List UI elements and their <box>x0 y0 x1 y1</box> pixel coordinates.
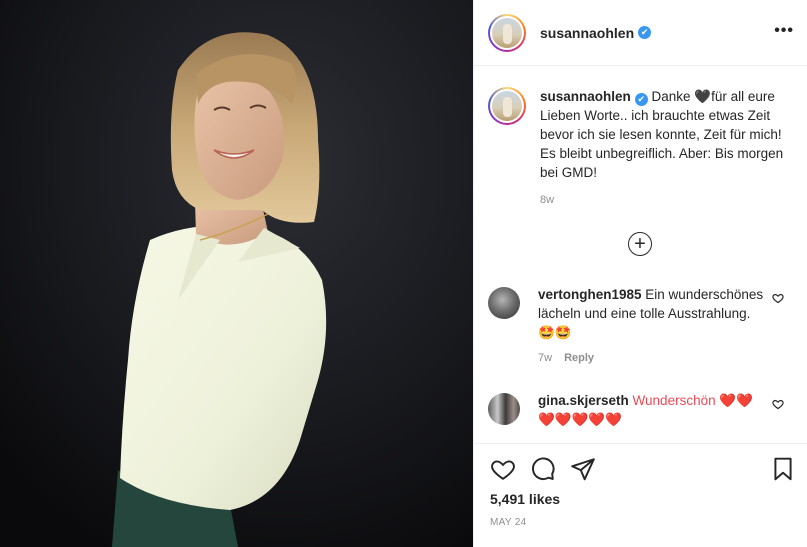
likes-count[interactable]: 5,491 likes <box>490 491 560 507</box>
reply-button[interactable]: Reply <box>564 352 594 364</box>
author-avatar-image <box>492 17 522 48</box>
author-username[interactable]: susannaohlen <box>540 25 634 41</box>
verified-icon: ✔ <box>638 26 652 39</box>
black-heart-emoji: 🖤 <box>694 89 712 104</box>
post-header: susannaohlen ✔ ••• <box>474 0 807 66</box>
comment-like-icon[interactable] <box>772 398 784 413</box>
commenter-avatar[interactable] <box>488 287 520 319</box>
caption-text: susannaohlen ✔ Danke 🖤für all eure Lieben… <box>540 87 792 182</box>
comments-section: susannaohlen ✔ Danke 🖤für all eure Lieben… <box>474 67 807 443</box>
save-icon[interactable] <box>770 456 798 484</box>
comment-meta: 7w Reply <box>538 352 764 364</box>
caption-avatar-image <box>492 91 522 121</box>
post-date[interactable]: MAY 24 <box>490 517 526 528</box>
comment-like-icon-svg <box>772 399 784 410</box>
caption-username[interactable]: susannaohlen <box>540 89 631 104</box>
comment-icon[interactable] <box>530 456 558 484</box>
comment-age[interactable]: 7w <box>538 352 552 364</box>
post-image <box>0 0 473 547</box>
comment-username[interactable]: gina.skjerseth <box>538 393 629 408</box>
caption-avatar[interactable] <box>488 87 526 125</box>
comment-item: vertonghen1985 Ein wunderschönes lächeln… <box>488 285 798 364</box>
author-avatar[interactable] <box>488 13 526 52</box>
comment-text: vertonghen1985 Ein wunderschönes lächeln… <box>538 285 764 342</box>
more-options-icon[interactable]: ••• <box>774 22 794 40</box>
like-icon[interactable] <box>490 456 518 484</box>
comment-like-icon[interactable] <box>772 292 784 307</box>
commenter-avatar[interactable] <box>488 393 520 425</box>
post-actions: 5,491 likes MAY 24 <box>474 443 807 547</box>
verified-icon: ✔ <box>634 93 648 106</box>
add-comment-icon[interactable]: + <box>628 232 652 256</box>
comment-text: gina.skjerseth Wunderschön ❤️❤️❤️❤️❤️❤️❤… <box>538 391 764 429</box>
caption-text-start: Danke <box>647 89 695 104</box>
share-icon[interactable] <box>570 456 598 484</box>
comment-like-icon-svg <box>772 293 784 304</box>
post-side-panel: susannaohlen ✔ ••• susannaohlen ✔ Danke 🖤… <box>473 0 807 547</box>
caption-age[interactable]: 8w <box>540 194 792 206</box>
post-caption: susannaohlen ✔ Danke 🖤für all eure Lieben… <box>488 87 798 206</box>
post-photo[interactable] <box>0 0 473 547</box>
comment-username[interactable]: vertonghen1985 <box>538 287 642 302</box>
comment-item: gina.skjerseth Wunderschön ❤️❤️❤️❤️❤️❤️❤… <box>488 391 798 429</box>
